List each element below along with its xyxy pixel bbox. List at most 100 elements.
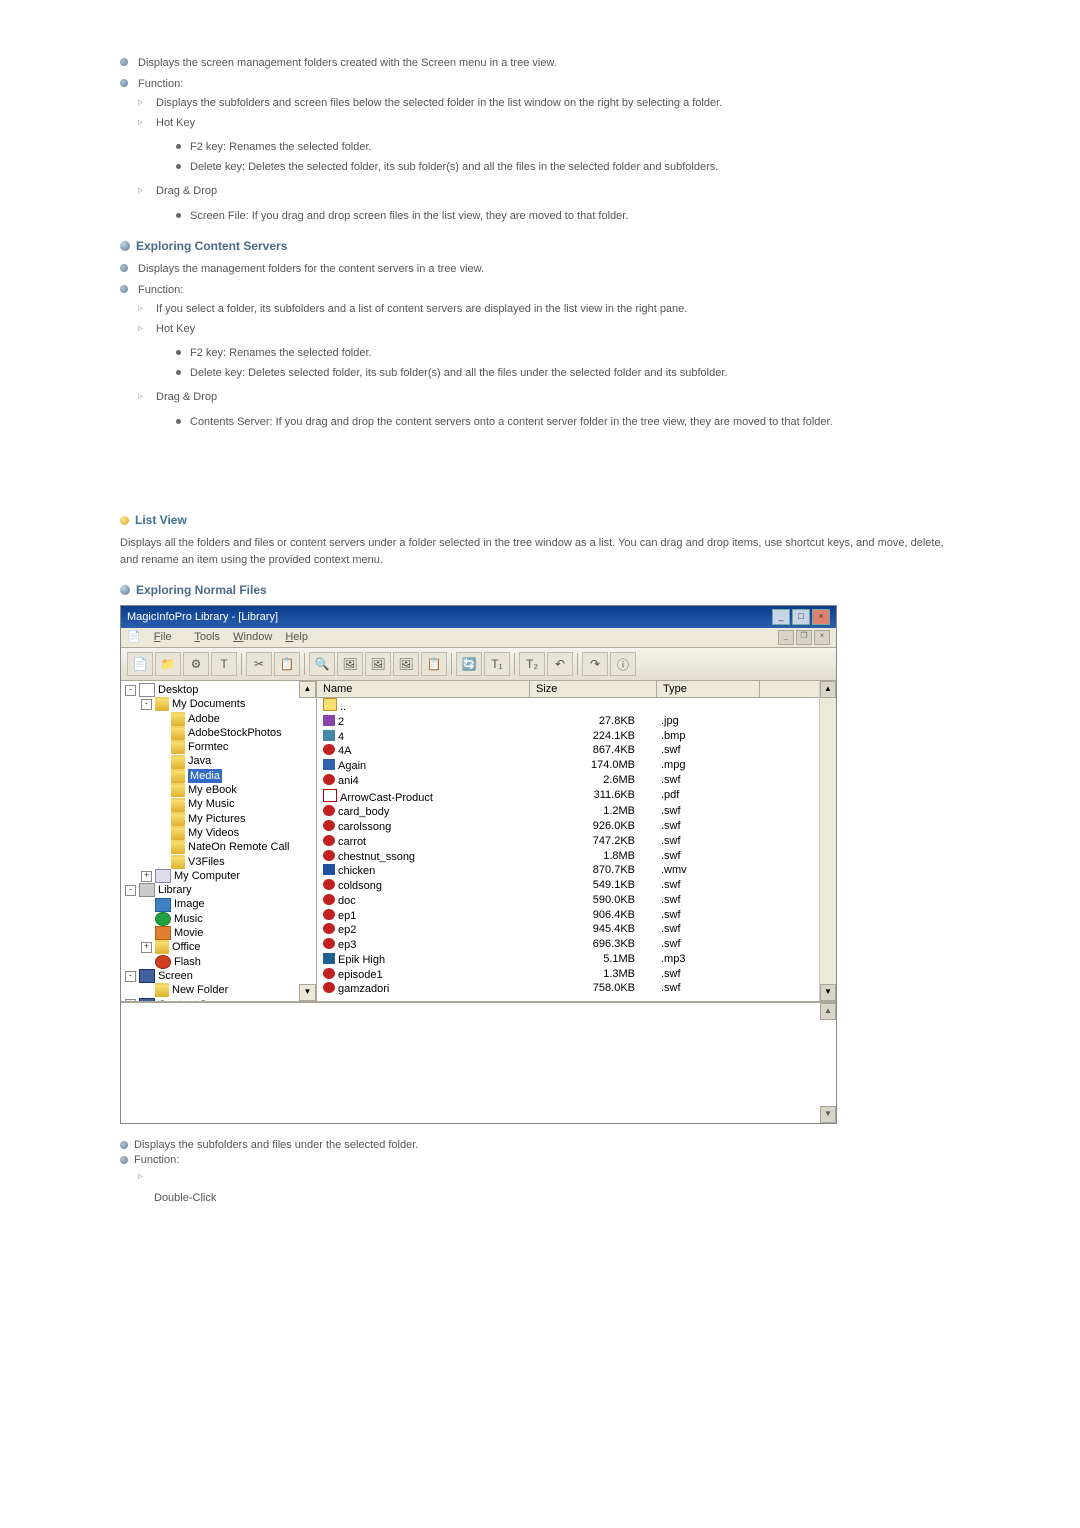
scroll-down-icon[interactable]: ▼: [820, 1106, 836, 1123]
tree-item[interactable]: Movie: [125, 926, 312, 940]
toolbar-button[interactable]: ↷: [582, 652, 608, 676]
file-row[interactable]: 4224.1KB.bmp: [317, 730, 836, 745]
toolbar-button[interactable]: T: [211, 652, 237, 676]
file-row[interactable]: ani42.6MB.swf: [317, 774, 836, 789]
menu-file[interactable]: File: [154, 631, 182, 643]
file-row[interactable]: ep2945.4KB.swf: [317, 923, 836, 938]
tree-item[interactable]: Music: [125, 912, 312, 926]
toolbar-button[interactable]: 🖼: [337, 652, 363, 676]
column-size[interactable]: Size: [530, 681, 657, 697]
tree-item[interactable]: Flash: [125, 955, 312, 969]
file-row[interactable]: chicken870.7KB.wmv: [317, 864, 836, 879]
file-row[interactable]: 227.8KB.jpg: [317, 715, 836, 730]
tree-item[interactable]: Adobe: [125, 712, 312, 726]
tree-item[interactable]: NateOn Remote Call: [125, 840, 312, 854]
menu-tools[interactable]: Tools: [194, 631, 220, 643]
tree-item[interactable]: Formtec: [125, 740, 312, 754]
file-row[interactable]: ArrowCast-Product311.6KB.pdf: [317, 789, 836, 806]
tree-pane[interactable]: ▲ ▼ -Desktop-My DocumentsAdobeAdobeStock…: [121, 681, 317, 1001]
mdi-restore-button[interactable]: ❐: [796, 630, 812, 645]
maximize-button[interactable]: □: [792, 609, 810, 625]
toolbar-button[interactable]: ↶: [547, 652, 573, 676]
column-type[interactable]: Type: [657, 681, 760, 697]
tree-item[interactable]: -Desktop: [125, 683, 312, 697]
collapse-icon[interactable]: -: [125, 685, 136, 696]
window-title: MagicInfoPro Library - [Library]: [127, 611, 278, 623]
file-row[interactable]: Again174.0MB.mpg: [317, 759, 836, 774]
file-row[interactable]: carrot747.2KB.swf: [317, 835, 836, 850]
tree-item[interactable]: Image: [125, 897, 312, 911]
expand-icon[interactable]: +: [141, 942, 152, 953]
file-type-icon: [323, 820, 335, 831]
toolbar-button[interactable]: 🔍: [309, 652, 335, 676]
file-type-icon: [323, 894, 335, 905]
file-row[interactable]: 4A867.4KB.swf: [317, 744, 836, 759]
toolbar-button[interactable]: 🖼: [365, 652, 391, 676]
file-type-icon: [323, 835, 335, 846]
toolbar-button[interactable]: 📁: [155, 652, 181, 676]
scrollbar[interactable]: ▲ ▼: [819, 681, 836, 1001]
scroll-down-icon[interactable]: ▼: [299, 984, 316, 1001]
mdi-close-button[interactable]: ×: [814, 630, 830, 645]
file-row[interactable]: ep3696.3KB.swf: [317, 938, 836, 953]
tree-item[interactable]: My Music: [125, 797, 312, 811]
menu-help[interactable]: Help: [285, 631, 308, 643]
scroll-up-icon[interactable]: ▲: [299, 681, 316, 698]
tree-item[interactable]: Java: [125, 754, 312, 768]
menu-window[interactable]: Window: [233, 631, 272, 643]
file-row[interactable]: coldsong549.1KB.swf: [317, 879, 836, 894]
tree-item[interactable]: New Folder: [125, 983, 312, 997]
close-button[interactable]: ×: [812, 609, 830, 625]
list-view-desc: Displays all the folders and files or co…: [120, 535, 960, 568]
toolbar-button[interactable]: 📋: [421, 652, 447, 676]
tree-item[interactable]: -Screen: [125, 969, 312, 983]
mdi-minimize-button[interactable]: _: [778, 630, 794, 645]
tree-item[interactable]: AdobeStockPhotos: [125, 726, 312, 740]
scroll-down-icon[interactable]: ▼: [820, 984, 836, 1001]
tree-item[interactable]: V3Files: [125, 855, 312, 869]
toolbar-button[interactable]: 🔄: [456, 652, 482, 676]
column-name[interactable]: Name: [317, 681, 530, 697]
scroll-up-icon[interactable]: ▲: [820, 681, 836, 698]
screen-icon: [139, 969, 155, 983]
toolbar-button[interactable]: 📄: [127, 652, 153, 676]
tree-item[interactable]: -Library: [125, 883, 312, 897]
tree-item[interactable]: +My Computer: [125, 869, 312, 883]
list-pane[interactable]: Name Size Type ..227.8KB.jpg4224.1KB.bmp…: [317, 681, 836, 1001]
computer-icon: [155, 869, 171, 883]
expand-icon[interactable]: +: [141, 871, 152, 882]
file-row[interactable]: Epik High5.1MB.mp3: [317, 953, 836, 968]
tree-item-label: My Documents: [172, 697, 245, 711]
scroll-up-icon[interactable]: ▲: [820, 1003, 836, 1020]
tree-item[interactable]: +Office: [125, 940, 312, 954]
red-icon: [155, 955, 171, 969]
text: Displays the screen management folders c…: [120, 55, 960, 72]
toolbar-button[interactable]: 🖼: [393, 652, 419, 676]
toolbar-button[interactable]: T₂: [519, 652, 545, 676]
file-row[interactable]: carolssong926.0KB.swf: [317, 820, 836, 835]
tree-item[interactable]: My Videos: [125, 826, 312, 840]
toolbar-button[interactable]: ⓘ: [610, 652, 636, 676]
file-row[interactable]: card_body1.2MB.swf: [317, 805, 836, 820]
file-row[interactable]: episode11.3MB.swf: [317, 968, 836, 983]
file-row[interactable]: chestnut_ssong1.8MB.swf: [317, 850, 836, 865]
tree-item[interactable]: Media: [125, 769, 312, 783]
toolbar-button[interactable]: ⚙: [183, 652, 209, 676]
toolbar-button[interactable]: 📋: [274, 652, 300, 676]
file-row[interactable]: ..: [317, 698, 836, 715]
file-type: .mpg: [655, 759, 757, 774]
file-row[interactable]: ep1906.4KB.swf: [317, 909, 836, 924]
minimize-button[interactable]: _: [772, 609, 790, 625]
collapse-icon[interactable]: -: [141, 699, 152, 710]
collapse-icon[interactable]: -: [125, 971, 136, 982]
tree-item[interactable]: - My Documents: [125, 697, 312, 711]
file-type-icon: [323, 715, 335, 726]
tree-item[interactable]: My eBook: [125, 783, 312, 797]
toolbar-button[interactable]: ✂: [246, 652, 272, 676]
file-row[interactable]: doc590.0KB.swf: [317, 894, 836, 909]
file-size: 758.0KB: [529, 982, 655, 997]
collapse-icon[interactable]: -: [125, 885, 136, 896]
toolbar-button[interactable]: T₁: [484, 652, 510, 676]
tree-item[interactable]: My Pictures: [125, 812, 312, 826]
file-row[interactable]: gamzadori758.0KB.swf: [317, 982, 836, 997]
